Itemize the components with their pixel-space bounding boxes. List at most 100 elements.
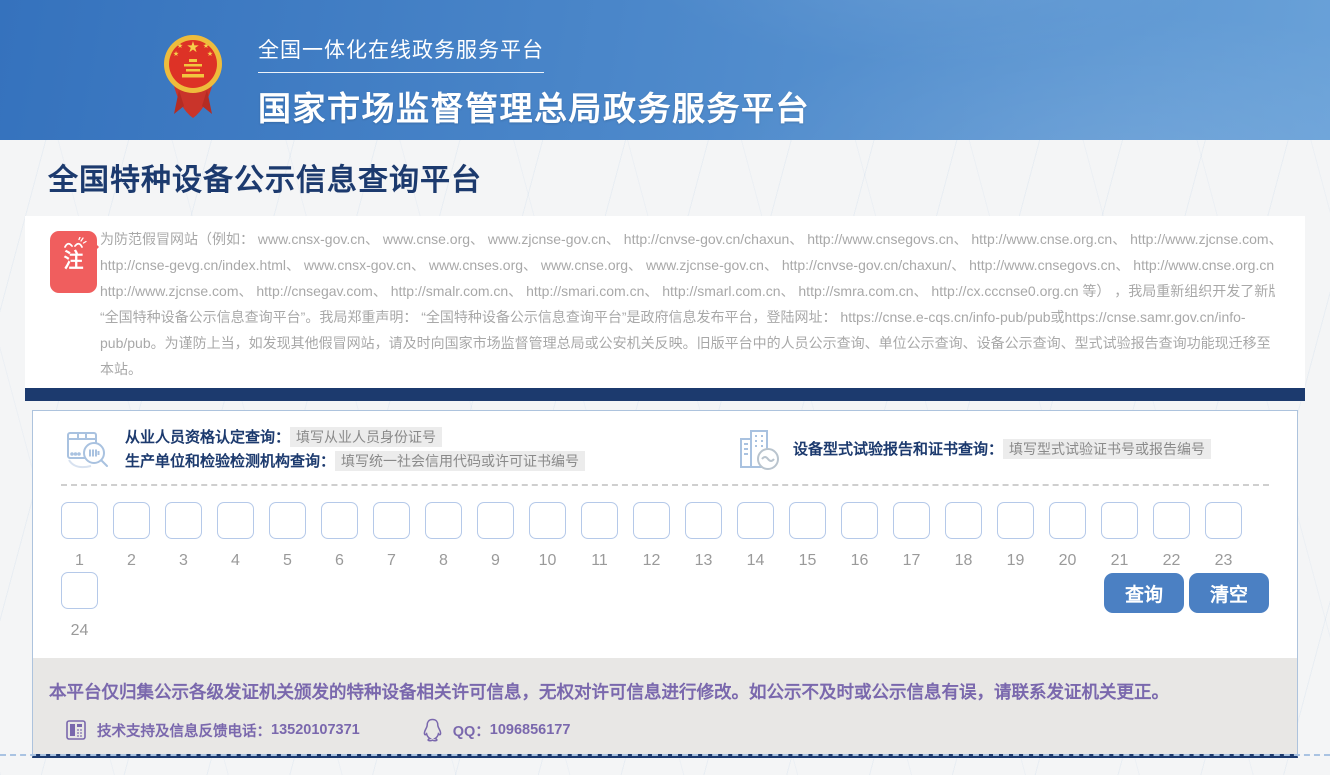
query-labels-row: 从业人员资格认定查询：填写从业人员身份证号 生产单位和检验检测机构查询：填写统一… — [33, 411, 1297, 474]
svg-text:★: ★ — [203, 42, 209, 50]
code-cell-17: 17 — [893, 502, 930, 570]
device-query-hint: 填写型式试验证书号或报告编号 — [1003, 439, 1211, 459]
code-box-9[interactable] — [477, 502, 514, 539]
code-box-8[interactable] — [425, 502, 462, 539]
notice-line: pub/pub。为谨防上当，如发现其他假冒网站，请及时向国家市场监督管理总局或公… — [100, 330, 1275, 356]
anti-fake-notice: 注 为防范假冒网站（例如： www.cnsx-gov.cn、 www.cnse.… — [25, 216, 1305, 388]
code-box-18[interactable] — [945, 502, 982, 539]
code-box-12[interactable] — [633, 502, 670, 539]
code-cell-5: 5 — [269, 502, 306, 570]
svg-text:★: ★ — [186, 39, 199, 56]
query-card: 从业人员资格认定查询：填写从业人员身份证号 生产单位和检验检测机构查询：填写统一… — [32, 410, 1298, 758]
box-number: 8 — [425, 552, 462, 570]
national-emblem-icon: ★ ★ ★ ★ ★ — [163, 26, 223, 120]
qq-contact: QQ： 1096856177 — [406, 718, 571, 742]
box-number: 6 — [321, 552, 358, 570]
notice-badge: 注 — [50, 231, 97, 293]
alert-face-icon — [61, 237, 87, 250]
code-box-19[interactable] — [997, 502, 1034, 539]
code-cell-23: 23 — [1205, 502, 1242, 570]
code-box-16[interactable] — [841, 502, 878, 539]
phone-number: 13520107371 — [271, 722, 360, 738]
box-number: 24 — [61, 622, 98, 640]
qq-penguin-icon — [422, 718, 443, 742]
code-box-2[interactable] — [113, 502, 150, 539]
box-number: 4 — [217, 552, 254, 570]
box-number: 22 — [1153, 552, 1190, 570]
device-query-label: 设备型式试验报告和证书查询： — [793, 441, 1003, 458]
code-box-3[interactable] — [165, 502, 202, 539]
qq-label: QQ： — [453, 720, 490, 741]
contact-row: 技术支持及信息反馈电话： 13520107371 QQ： 1096856177 — [49, 718, 1281, 742]
code-box-7[interactable] — [373, 502, 410, 539]
clear-button[interactable]: 清空 — [1189, 573, 1269, 613]
notice-line: “全国特种设备公示信息查询平台”。我局郑重声明： “全国特种设备公示信息查询平台… — [100, 304, 1275, 330]
code-cell-1: 1 — [61, 502, 98, 570]
code-cell-13: 13 — [685, 502, 722, 570]
box-number: 18 — [945, 552, 982, 570]
code-box-24[interactable] — [61, 572, 98, 609]
code-box-1[interactable] — [61, 502, 98, 539]
code-box-17[interactable] — [893, 502, 930, 539]
box-number: 13 — [685, 552, 722, 570]
code-box-row-1: 1234567891011121314151617181920212223 — [61, 502, 1269, 570]
box-number: 2 — [113, 552, 150, 570]
worker-query-label: 从业人员资格认定查询： — [125, 429, 290, 446]
code-cell-10: 10 — [529, 502, 566, 570]
box-number: 14 — [737, 552, 774, 570]
box-number: 9 — [477, 552, 514, 570]
code-cell-2: 2 — [113, 502, 150, 570]
code-cell-8: 8 — [425, 502, 462, 570]
phone-contact: 技术支持及信息反馈电话： 13520107371 — [49, 719, 360, 741]
code-box-6[interactable] — [321, 502, 358, 539]
code-box-22[interactable] — [1153, 502, 1190, 539]
code-box-5[interactable] — [269, 502, 306, 539]
code-cell-7: 7 — [373, 502, 410, 570]
code-cell-21: 21 — [1101, 502, 1138, 570]
code-cell-24: 24 — [61, 572, 98, 640]
code-box-15[interactable] — [789, 502, 826, 539]
code-box-20[interactable] — [1049, 502, 1086, 539]
box-number: 10 — [529, 552, 566, 570]
unit-query-hint: 填写统一社会信用代码或许可证书编号 — [335, 451, 585, 471]
box-number: 12 — [633, 552, 670, 570]
site-header: ★ ★ ★ ★ ★ 全国一体化在线政务服务平台 国家市场监督管理总局政务服务平台 — [0, 0, 1330, 140]
action-buttons: 查询 清空 — [1104, 572, 1269, 613]
code-cell-19: 19 — [997, 502, 1034, 570]
box-number: 16 — [841, 552, 878, 570]
box-number: 11 — [581, 552, 618, 570]
disclaimer-text: 本平台仅归集公示各级发证机关颁发的特种设备相关许可信息，无权对许可信息进行修改。… — [49, 675, 1264, 709]
code-box-13[interactable] — [685, 502, 722, 539]
code-cell-9: 9 — [477, 502, 514, 570]
search-button[interactable]: 查询 — [1104, 573, 1184, 613]
box-number: 5 — [269, 552, 306, 570]
code-cell-4: 4 — [217, 502, 254, 570]
svg-text:★: ★ — [173, 50, 179, 58]
code-box-11[interactable] — [581, 502, 618, 539]
worker-query-hint: 填写从业人员身份证号 — [290, 427, 442, 447]
code-box-21[interactable] — [1101, 502, 1138, 539]
svg-text:★: ★ — [207, 50, 213, 58]
notice-badge-label: 注 — [50, 250, 97, 272]
building-report-icon — [735, 427, 781, 471]
code-cell-15: 15 — [789, 502, 826, 570]
divider-bar — [25, 388, 1305, 401]
box-number: 1 — [61, 552, 98, 570]
fax-phone-icon — [65, 719, 87, 741]
page-title: 全国特种设备公示信息查询平台 — [0, 140, 1330, 216]
code-box-23[interactable] — [1205, 502, 1242, 539]
notice-text: 为防范假冒网站（例如： www.cnsx-gov.cn、 www.cnse.or… — [100, 226, 1275, 382]
box-number: 21 — [1101, 552, 1138, 570]
query-right-group: 设备型式试验报告和证书查询：填写型式试验证书号或报告编号 — [735, 427, 1211, 471]
code-box-10[interactable] — [529, 502, 566, 539]
package-search-icon — [61, 426, 113, 472]
code-cell-16: 16 — [841, 502, 878, 570]
code-box-4[interactable] — [217, 502, 254, 539]
qq-number: 1096856177 — [490, 722, 571, 738]
code-box-14[interactable] — [737, 502, 774, 539]
box-number: 17 — [893, 552, 930, 570]
code-cell-6: 6 — [321, 502, 358, 570]
platform-subtitle: 全国一体化在线政务服务平台 — [258, 34, 544, 73]
disclaimer-section: 本平台仅归集公示各级发证机关颁发的特种设备相关许可信息，无权对许可信息进行修改。… — [33, 658, 1297, 754]
code-box-row-2: 24 查询 清空 — [61, 572, 1269, 640]
